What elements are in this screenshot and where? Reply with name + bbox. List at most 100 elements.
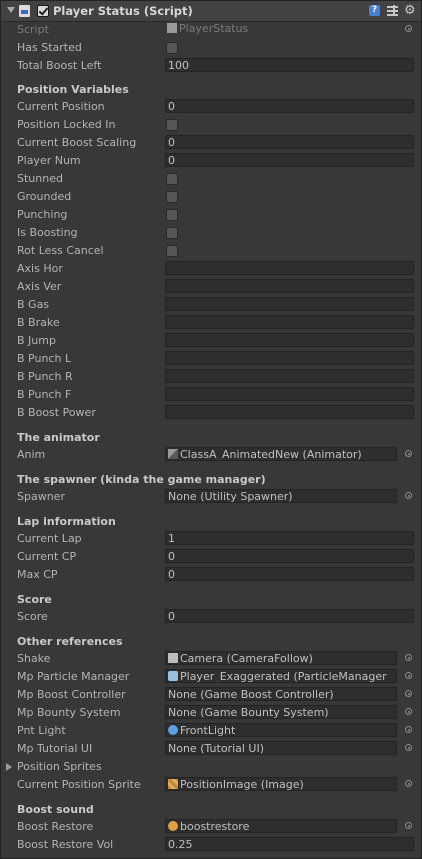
foldout-arrow-icon[interactable]: [6, 763, 12, 771]
property-label: Boost Restore Vol: [17, 838, 114, 851]
property-label: Current Lap: [17, 532, 82, 545]
property-row-player-num: Player Num 0: [0, 152, 422, 170]
total-boost-left-field[interactable]: 100: [165, 58, 414, 72]
pnt-light-object-field[interactable]: FrontLight: [165, 723, 397, 737]
property-row-mp-bounty-system: Mp Bounty System None (Game Bounty System…: [0, 704, 422, 722]
property-label: Shake: [17, 652, 51, 665]
field-value: 100: [168, 59, 189, 72]
section-heading-score: Score: [17, 593, 52, 606]
property-label[interactable]: Position Sprites: [17, 760, 102, 773]
b-punch-r-field[interactable]: [165, 369, 414, 383]
has-started-checkbox[interactable]: [166, 42, 178, 54]
property-label: B Punch R: [17, 370, 73, 383]
property-row-b-brake: B Brake: [0, 314, 422, 332]
property-row-axis-ver: Axis Ver: [0, 278, 422, 296]
object-picker-icon[interactable]: [405, 450, 412, 457]
current-position-sprite-object-field[interactable]: PositionImage (Image): [165, 777, 397, 791]
stunned-checkbox[interactable]: [166, 173, 178, 185]
b-brake-field[interactable]: [165, 315, 414, 329]
property-label: B Jump: [17, 334, 56, 347]
score-field[interactable]: 0: [165, 609, 414, 623]
field-value: None (Game Boost Controller): [168, 688, 334, 701]
current-cp-field[interactable]: 0: [165, 549, 414, 563]
property-row-mp-tutorial-ui: Mp Tutorial UI None (Tutorial UI): [0, 740, 422, 758]
current-boost-scaling-field[interactable]: 0: [165, 135, 414, 149]
player-num-field[interactable]: 0: [165, 153, 414, 167]
object-picker-icon[interactable]: [405, 708, 412, 715]
camera-icon: [168, 653, 178, 663]
property-label: Stunned: [17, 172, 63, 185]
field-value: 1: [168, 532, 175, 545]
b-punch-l-field[interactable]: [165, 351, 414, 365]
mp-tutorial-ui-object-field[interactable]: None (Tutorial UI): [165, 741, 397, 755]
mp-boost-controller-object-field[interactable]: None (Game Boost Controller): [165, 687, 397, 701]
field-value: None (Utility Spawner): [168, 490, 293, 503]
property-row-b-punch-f: B Punch F: [0, 386, 422, 404]
b-punch-f-field[interactable]: [165, 387, 414, 401]
object-picker-icon[interactable]: [405, 726, 412, 733]
object-picker-icon[interactable]: [405, 690, 412, 697]
is-boosting-checkbox[interactable]: [166, 227, 178, 239]
mp-bounty-system-object-field[interactable]: None (Game Bounty System): [165, 705, 397, 719]
object-picker-icon[interactable]: [405, 822, 412, 829]
property-row-spawner: Spawner None (Utility Spawner): [0, 488, 422, 506]
property-row-current-boost-scaling: Current Boost Scaling 0: [0, 134, 422, 152]
rot-less-cancel-checkbox[interactable]: [166, 245, 178, 257]
property-row-current-lap: Current Lap 1: [0, 530, 422, 548]
boost-restore-vol-field[interactable]: 0.25: [165, 837, 414, 851]
field-value: ClassA_AnimatedNew (Animator): [180, 448, 362, 461]
b-gas-field[interactable]: [165, 297, 414, 311]
property-row-b-gas: B Gas: [0, 296, 422, 314]
particle-icon: [168, 671, 178, 681]
property-row-b-jump: B Jump: [0, 332, 422, 350]
spawner-object-field[interactable]: None (Utility Spawner): [165, 489, 397, 503]
section-heading-position-variables: Position Variables: [17, 83, 129, 96]
component-header[interactable]: Player Status (Script) ? ⚙: [1, 1, 421, 22]
axis-ver-field[interactable]: [165, 279, 414, 293]
object-picker-icon[interactable]: [405, 672, 412, 679]
foldout-arrow-icon[interactable]: [7, 7, 15, 13]
anim-object-field[interactable]: ClassA_AnimatedNew (Animator): [165, 447, 397, 461]
property-label: B Brake: [17, 316, 60, 329]
mp-particle-manager-object-field[interactable]: Player_Exaggerated (ParticleManager: [165, 669, 397, 683]
property-row-mp-boost-controller: Mp Boost Controller None (Game Boost Cont…: [0, 686, 422, 704]
script-icon: [167, 23, 177, 33]
max-cp-field[interactable]: 0: [165, 567, 414, 581]
section-heading-lap-information: Lap information: [17, 515, 116, 528]
gear-icon[interactable]: ⚙: [404, 3, 416, 18]
property-row-rot-less-cancel: Rot Less Cancel: [0, 242, 422, 260]
property-row-max-cp: Max CP 0: [0, 566, 422, 584]
b-boost-power-field[interactable]: [165, 405, 414, 419]
property-label: Current Position: [17, 100, 105, 113]
axis-hor-field[interactable]: [165, 261, 414, 275]
current-lap-field[interactable]: 1: [165, 531, 414, 545]
position-locked-in-checkbox[interactable]: [166, 119, 178, 131]
property-label: Has Started: [17, 41, 82, 54]
object-picker-icon[interactable]: [405, 780, 412, 787]
component-title: Player Status (Script): [53, 4, 193, 18]
object-picker-icon[interactable]: [405, 25, 412, 32]
punching-checkbox[interactable]: [166, 209, 178, 221]
script-field: PlayerStatus: [165, 22, 414, 36]
field-value: PositionImage (Image): [180, 778, 304, 791]
object-picker-icon[interactable]: [405, 654, 412, 661]
field-value: boostrestore: [180, 820, 250, 833]
b-jump-field[interactable]: [165, 333, 414, 347]
property-row-boost-restore-vol: Boost Restore Vol 0.25: [0, 836, 422, 854]
help-icon[interactable]: ?: [369, 5, 380, 16]
property-label: Axis Ver: [17, 280, 62, 293]
shake-object-field[interactable]: Camera (CameraFollow): [165, 651, 397, 665]
field-value: None (Game Bounty System): [168, 706, 329, 719]
boost-restore-object-field[interactable]: boostrestore: [165, 819, 397, 833]
enabled-checkbox[interactable]: [37, 5, 49, 17]
property-label: Total Boost Left: [17, 59, 102, 72]
preset-icon[interactable]: [387, 5, 398, 16]
property-row-position-locked-in: Position Locked In: [0, 116, 422, 134]
object-picker-icon[interactable]: [405, 744, 412, 751]
property-row-score: Score 0: [0, 608, 422, 626]
object-picker-icon[interactable]: [405, 492, 412, 499]
grounded-checkbox[interactable]: [166, 191, 178, 203]
current-position-field[interactable]: 0: [165, 99, 414, 113]
property-label: Script: [17, 23, 49, 36]
property-row-is-boosting: Is Boosting: [0, 224, 422, 242]
